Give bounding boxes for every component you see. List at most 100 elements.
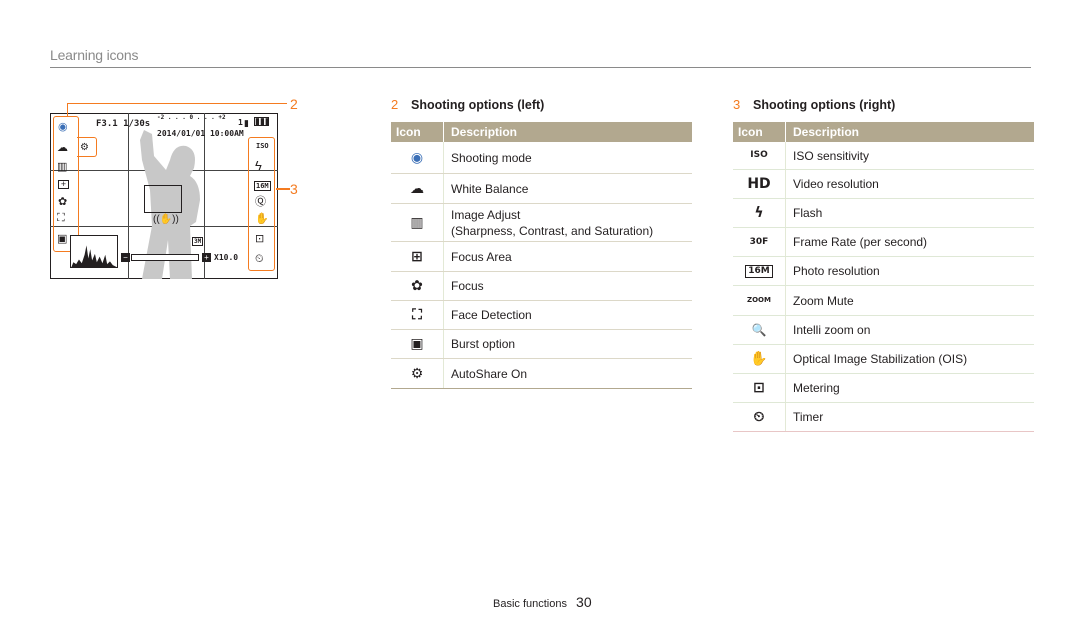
focus-area-icon: ⊞ xyxy=(411,248,423,265)
row-description: Video resolution xyxy=(793,177,879,191)
table-row: ⏲ Timer xyxy=(733,403,1034,432)
shots-remaining: 1 xyxy=(238,118,243,127)
zoom-mute-icon: ZOOM xyxy=(747,296,771,304)
zoom-in-icon: + xyxy=(202,253,211,262)
iso-icon: ISO xyxy=(750,150,768,160)
image-adjust-icon: ▥ xyxy=(57,161,68,173)
table-row: 🔍 Intelli zoom on xyxy=(733,316,1034,345)
callout-line-2 xyxy=(67,103,287,116)
burst-icon: ▣ xyxy=(57,233,68,245)
left-table-title: Shooting options (left) xyxy=(411,98,545,112)
shooting-mode-icon: ◉ xyxy=(410,149,424,166)
focus-icon: ✿ xyxy=(411,278,423,294)
battery-icon: ▮▮▮ xyxy=(254,116,270,126)
right-table-number: 3 xyxy=(733,97,741,112)
macro-flower-icon: ✿ xyxy=(58,196,68,208)
zoom-bar xyxy=(131,254,199,261)
table-row: ✋ Optical Image Stabilization (OIS) xyxy=(733,345,1034,374)
photo-size-icon: 3M xyxy=(192,237,204,246)
right-table-header: Icon Description xyxy=(733,122,1034,142)
row-description: Focus xyxy=(451,279,484,293)
burst-option-icon: ▣ xyxy=(410,336,424,352)
intelli-zoom-icon: 🔍 xyxy=(751,323,767,337)
col-description-header: Description xyxy=(451,125,518,139)
row-description: Intelli zoom on xyxy=(793,323,871,337)
table-row: 16M Photo resolution xyxy=(733,257,1034,286)
frame-rate-icon: 30F xyxy=(749,236,769,247)
flash-icon: ϟ xyxy=(754,205,764,221)
photo-resolution-icon: 16M xyxy=(254,181,271,191)
title-divider xyxy=(50,67,1031,68)
row-description: AutoShare On xyxy=(451,366,528,381)
page-footer: Basic functions 30 xyxy=(493,594,592,610)
left-table-number: 2 xyxy=(391,97,399,112)
face-detection-icon: ⛶ xyxy=(57,212,65,224)
zoom-level: X10.0 xyxy=(214,253,239,262)
timer-icon: ⏲ xyxy=(255,253,264,265)
row-description: Image Adjust xyxy=(451,207,521,222)
table-row: ⊡ Metering xyxy=(733,374,1034,403)
table-row: ⊞ Focus Area xyxy=(391,242,692,272)
callout-number-2: 2 xyxy=(290,96,298,112)
table-row: ϟ Flash xyxy=(733,199,1034,228)
aperture-shutter: F3.1 1/30s xyxy=(96,119,151,129)
table-row: ✿ Focus xyxy=(391,272,692,301)
focus-frame xyxy=(144,185,182,213)
page-section-title: Learning icons xyxy=(50,47,139,63)
table-row: ⚙ AutoShare On xyxy=(391,359,692,389)
white-balance-icon: ☁ xyxy=(410,180,424,197)
row-description: Photo resolution xyxy=(793,264,880,278)
table-row: ▥ Image Adjust (Sharpness, Contrast, and… xyxy=(391,204,692,242)
row-description-detail: (Sharpness, Contrast, and Saturation) xyxy=(451,223,654,238)
row-description: Flash xyxy=(793,206,823,220)
table-row: ZOOM Zoom Mute xyxy=(733,286,1034,316)
right-table-title: Shooting options (right) xyxy=(753,98,896,112)
intelli-zoom-icon: Ⓠ xyxy=(255,196,266,208)
row-description: Metering xyxy=(793,381,840,395)
image-adjust-icon: ▥ xyxy=(410,214,424,231)
table-row: 30F Frame Rate (per second) xyxy=(733,228,1034,257)
metering-icon: ⊡ xyxy=(753,380,765,396)
col-icon-header: Icon xyxy=(733,122,786,142)
hd-icon: HD xyxy=(747,176,771,192)
zoom-out-icon: − xyxy=(121,253,130,262)
page-number: 30 xyxy=(576,594,592,610)
row-description: ISO sensitivity xyxy=(793,148,870,163)
row-description: White Balance xyxy=(451,181,529,196)
photo-resolution-icon: 16M xyxy=(745,264,773,278)
ois-icon: ✋ xyxy=(255,213,269,225)
callout-number-3: 3 xyxy=(290,181,298,197)
left-table-header: Icon Description xyxy=(391,122,692,142)
iso-icon: ISO xyxy=(256,142,269,150)
table-row: ▣ Burst option xyxy=(391,330,692,359)
row-description: Shooting mode xyxy=(451,150,532,165)
camera-screen-illustration: ((✋)) F3.1 1/30s -2 . . . 0 . . . +2 1 ▮… xyxy=(50,95,310,290)
footer-section: Basic functions xyxy=(493,598,567,610)
focus-area-icon: + xyxy=(58,180,69,189)
autoshare-icon: ⚙ xyxy=(80,142,89,153)
left-options-table: 2 Shooting options (left) Icon Descripti… xyxy=(391,97,692,389)
ois-icon: ✋ xyxy=(750,351,768,367)
histogram xyxy=(70,235,118,268)
row-description: Frame Rate (per second) xyxy=(793,235,928,249)
autoshare-icon: ⚙ xyxy=(410,365,424,382)
row-description: Focus Area xyxy=(451,249,512,264)
cloud-icon: ☁ xyxy=(57,142,68,154)
camera-p-icon: ◉ xyxy=(58,121,68,133)
face-detection-icon: ⛶ xyxy=(412,307,422,323)
table-row: HD Video resolution xyxy=(733,170,1034,199)
col-icon-header: Icon xyxy=(391,122,444,142)
memory-card-icon: ▮ xyxy=(244,118,249,128)
date-time: 2014/01/01 10:00AM xyxy=(157,129,244,138)
flash-icon: ϟ xyxy=(255,158,262,173)
timer-icon: ⏲ xyxy=(753,409,765,425)
col-description-header: Description xyxy=(793,125,860,139)
table-row: ☁ White Balance xyxy=(391,174,692,204)
shake-warning-icon: ((✋)) xyxy=(153,214,179,225)
row-description: Burst option xyxy=(451,337,516,351)
metering-icon: ⊡ xyxy=(255,233,265,245)
row-description: Timer xyxy=(793,410,824,424)
row-description: Optical Image Stabilization (OIS) xyxy=(793,352,968,366)
table-row: ISO ISO sensitivity xyxy=(733,142,1034,170)
table-row: ⛶ Face Detection xyxy=(391,301,692,330)
